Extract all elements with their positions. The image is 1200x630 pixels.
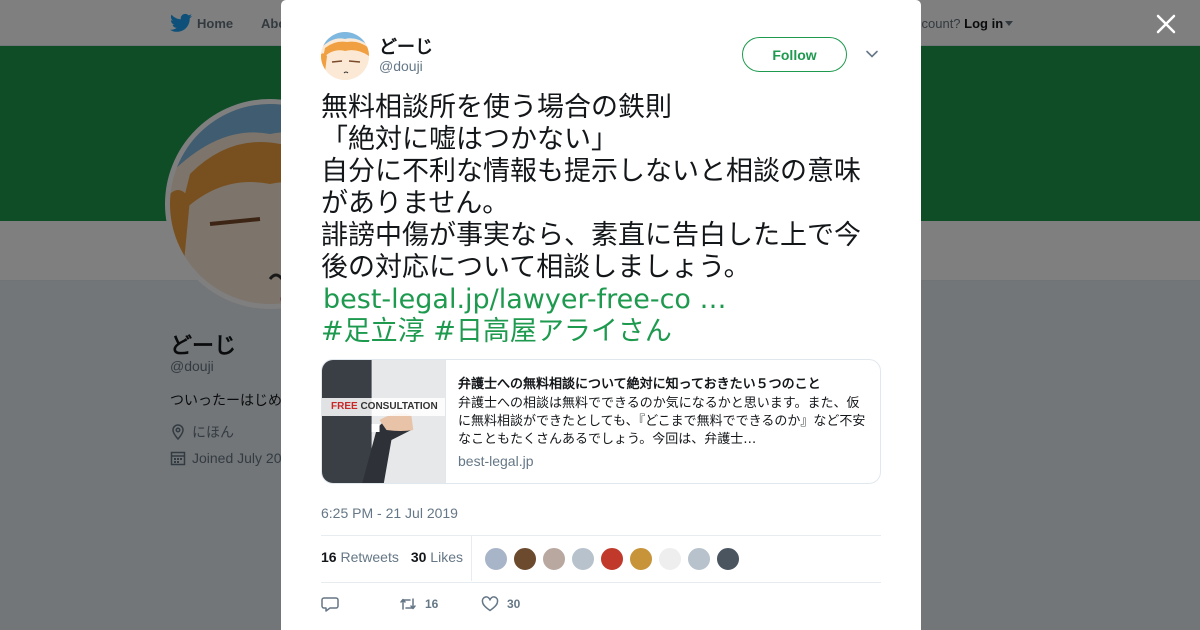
liker-avatar[interactable] (716, 547, 740, 571)
liker-avatar[interactable] (658, 547, 682, 571)
tweet-timestamp[interactable]: 6:25 PM - 21 Jul 2019 (321, 505, 458, 521)
tweet-text-line: 誹謗中傷が事実なら、素直に告白した上で今 (321, 220, 861, 251)
author-avatar[interactable] (321, 32, 369, 80)
card-image-label: FREE CONSULTATION (322, 398, 445, 416)
retweet-icon (400, 598, 416, 610)
hashtag-link[interactable]: #足立淳 (321, 316, 425, 347)
free-word: FREE (331, 401, 358, 412)
retweet-action-count: 16 (425, 597, 439, 611)
hashtag-link[interactable]: #日高屋アライさん (433, 316, 672, 347)
divider (321, 535, 881, 536)
retweets-stat[interactable]: 16 Retweets (321, 549, 399, 565)
author-handle[interactable]: @douji (379, 58, 423, 74)
divider (321, 582, 881, 583)
card-description: 弁護士への相談は無料でできるのか気になるかと思います。また、仮に無料相談ができた… (458, 396, 866, 447)
retweets-count: 16 (321, 549, 337, 565)
card-title: 弁護士への無料相談について絶対に知っておきたい５つのこと (458, 377, 821, 392)
chevron-down-icon[interactable] (865, 47, 879, 61)
liker-avatar[interactable] (513, 547, 537, 571)
like-action-count: 30 (507, 597, 521, 611)
reply-button[interactable] (321, 596, 399, 612)
tweet-text-line: がありません。 (321, 188, 510, 219)
liker-avatar[interactable] (600, 547, 624, 571)
liker-avatar[interactable] (484, 547, 508, 571)
tweet-text-line: 自分に不利な情報も提示しないと相談の意味 (321, 156, 861, 187)
author-name[interactable]: どーじ (379, 33, 433, 59)
likes-count: 30 (410, 549, 427, 565)
retweet-button[interactable]: 16 (399, 596, 481, 612)
liker-avatar[interactable] (687, 547, 711, 571)
like-button[interactable]: 30 (481, 596, 520, 612)
tweet-modal: どーじ @douji Follow 無料相談所を使う場合の鉄則 「絶対に嘘はつか… (281, 0, 921, 630)
liker-avatars (484, 547, 740, 571)
tweet-text-line: 「絶対に嘘はつかない」 (321, 124, 618, 155)
likes-label: Likes (430, 549, 463, 565)
tweet-text: 無料相談所を使う場合の鉄則 「絶対に嘘はつかない」 自分に不利な情報も提示しない… (321, 92, 886, 348)
tweet-actions: 16 30 (321, 596, 520, 612)
tweet-stats: 16 Retweets 30 Likes (321, 549, 463, 565)
likes-stat[interactable]: 30 Likes (411, 549, 463, 565)
heart-icon (481, 596, 499, 612)
liker-avatar[interactable] (571, 547, 595, 571)
reply-icon (321, 597, 339, 612)
retweets-label: Retweets (340, 549, 399, 565)
tweet-text-line: 後の対応について相談しましょう。 (321, 252, 751, 283)
card-domain: best-legal.jp (458, 453, 534, 469)
follow-button[interactable]: Follow (742, 37, 847, 72)
tweet-link[interactable]: best-legal.jp/lawyer-free-co … (323, 284, 727, 315)
link-preview-card[interactable]: FREE CONSULTATION 弁護士への無料相談について絶対に知っておきた… (321, 359, 881, 484)
card-thumbnail: FREE CONSULTATION (322, 360, 446, 483)
stats-divider (471, 536, 472, 581)
liker-avatar[interactable] (629, 547, 653, 571)
liker-avatar[interactable] (542, 547, 566, 571)
consultation-word: CONSULTATION (357, 401, 438, 412)
close-icon[interactable] (1155, 13, 1177, 35)
tweet-text-line: 無料相談所を使う場合の鉄則 (321, 92, 672, 123)
